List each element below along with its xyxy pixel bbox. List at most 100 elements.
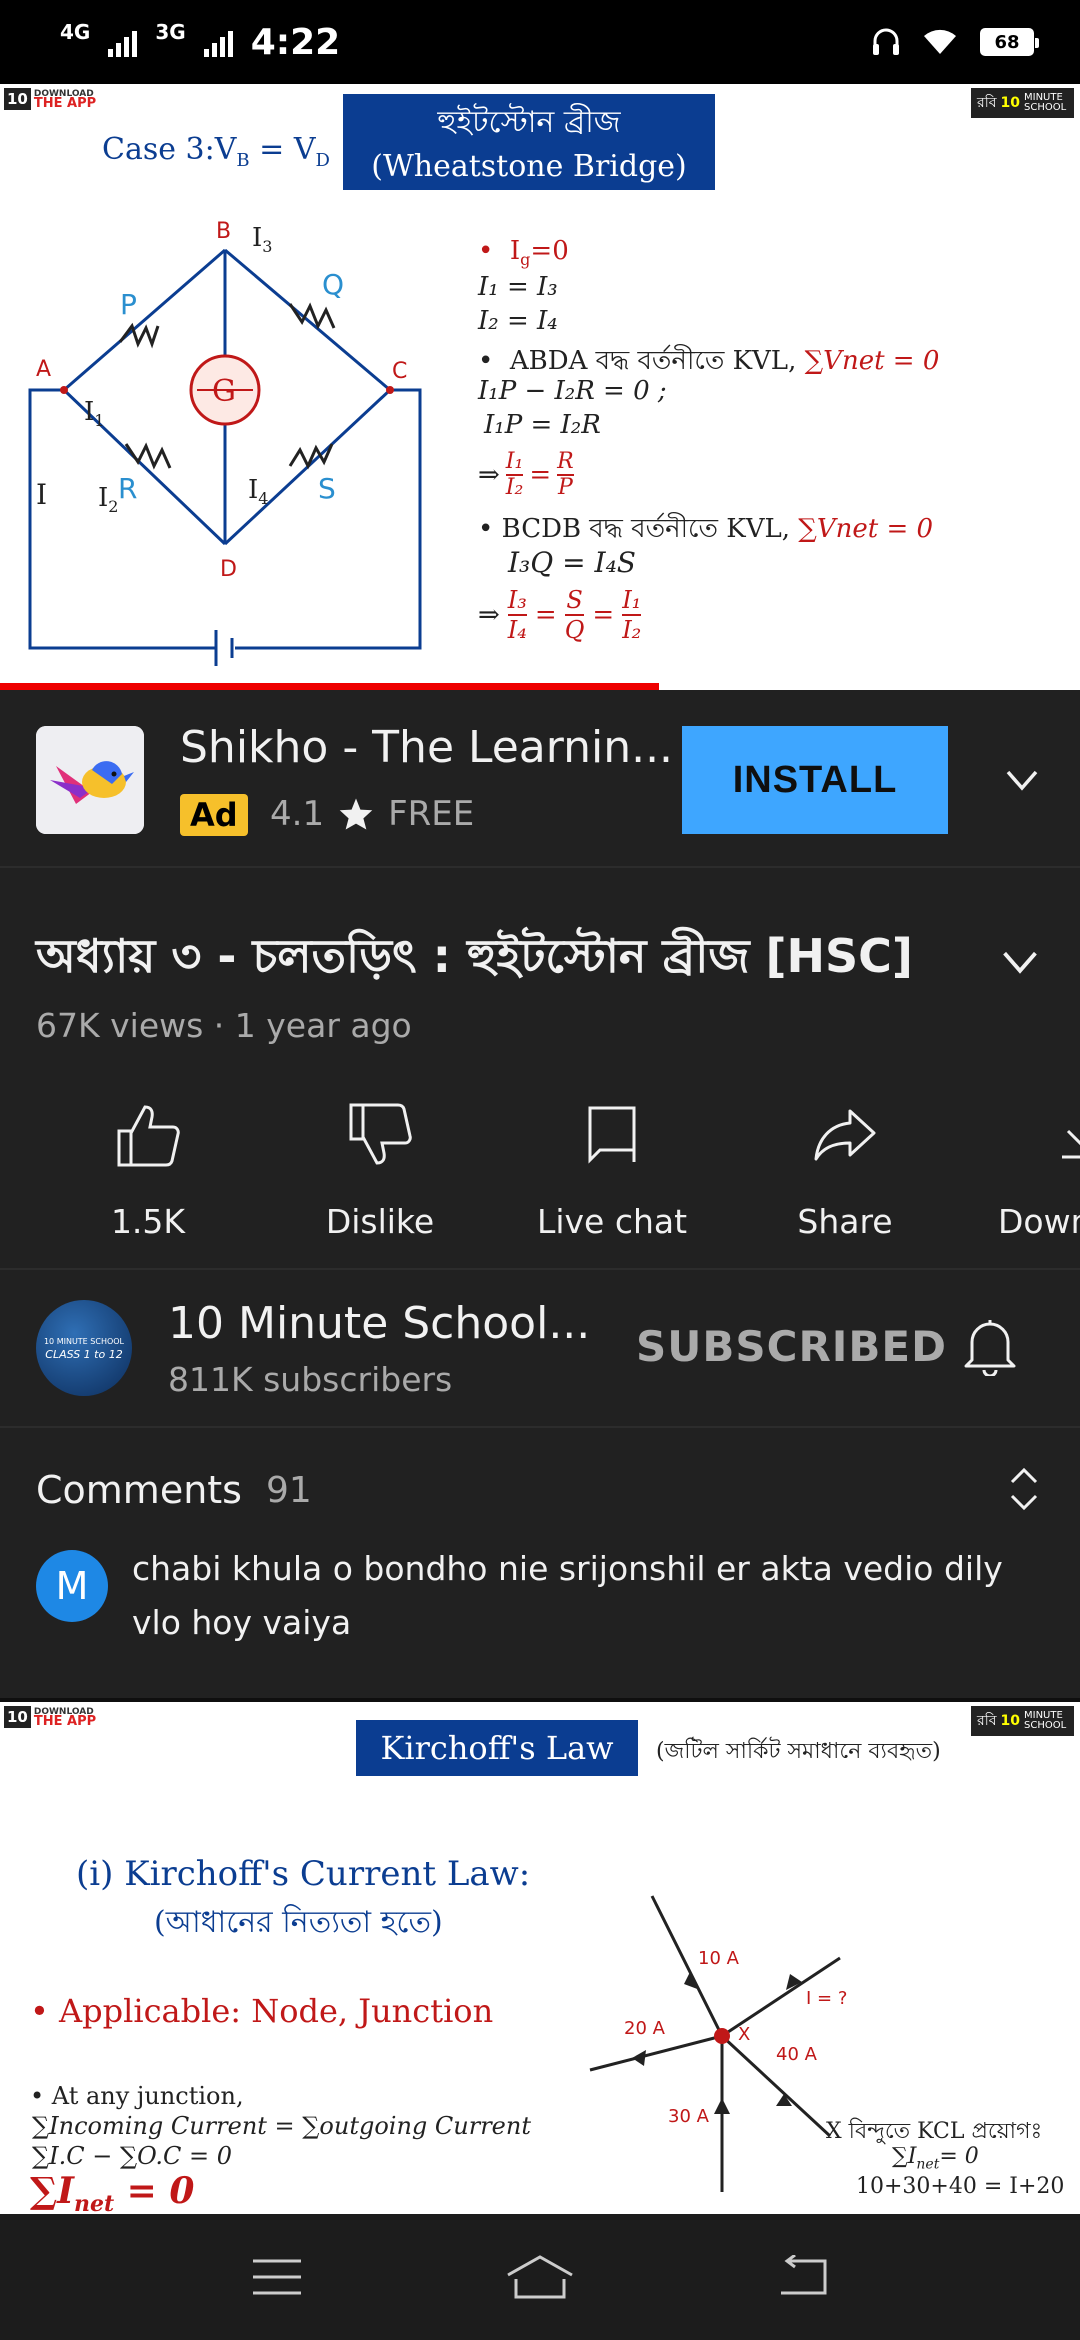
case-eq: = V (259, 132, 316, 167)
live-chat-button[interactable]: Live chat (512, 1090, 712, 1241)
resistor-r-label: R (118, 472, 137, 505)
logo-right-sub: MINUTE SCHOOL (1024, 92, 1067, 113)
logo-right-text-2: রবি (977, 1713, 997, 1729)
fraction-r-p: RP (557, 450, 574, 500)
label-node-x: X (738, 2024, 750, 2045)
kcl-eq2: ∑I.C − ∑O.C = 0 (32, 2142, 233, 2170)
bell-icon[interactable] (962, 1314, 1018, 1376)
fraction-i3-i4-num: I₃ (507, 586, 527, 614)
clock: 4:22 (250, 21, 341, 63)
thumbs-down-icon (349, 1103, 412, 1165)
channel-name[interactable]: 10 Minute School... (168, 1298, 590, 1349)
video-meta: 67K views · 1 year ago (36, 1006, 412, 1045)
current-i3-letter: I (252, 223, 262, 253)
slide-title-bn: হুইটস্টোন ব্রীজ (437, 105, 621, 140)
resistor-s-label: S (318, 472, 336, 505)
kcl-eq1: ∑Incoming Current = ∑outgoing Current (32, 2112, 531, 2140)
kcl-eq3-value: = 0 (126, 2170, 195, 2212)
kirchoff-title-note: (জটিল সার্কিট সমাধানে ব্যবহৃত) (656, 1739, 941, 1764)
home-icon[interactable] (504, 2253, 576, 2301)
current-i1-label: I1 (84, 397, 104, 430)
current-i4-label: I4 (248, 475, 268, 508)
channel-avatar[interactable]: 10 MINUTE SCHOOL CLASS 1 to 12 (36, 1300, 132, 1396)
kcl-subheading: (আধানের নিত্যতা হতে) (154, 1905, 443, 1940)
network-type-1: 4G (60, 20, 91, 44)
share-icon (814, 1109, 876, 1161)
dislike-button[interactable]: Dislike (280, 1090, 480, 1241)
download-button[interactable]: Down (980, 1090, 1080, 1241)
share-button[interactable]: Share (745, 1090, 945, 1241)
resistor-p-label: P (120, 288, 137, 321)
eq-ig-value: =0 (530, 236, 569, 266)
kcl-note3: 10+30+40 = I+20 (856, 2174, 1065, 2199)
expand-description-icon[interactable] (998, 940, 1042, 984)
action-bar: 1.5K Dislike Live chat Share Down (0, 1090, 1080, 1250)
fraction-s-q: SQ (564, 586, 585, 644)
kcl-applicable: • Applicable: Node, Junction (30, 1992, 494, 2030)
ten-minute-school-logo-2: রবি 10 MINUTE SCHOOL (971, 1706, 1074, 1736)
kcl-heading: (i) Kirchoff's Current Law: (76, 1854, 531, 1894)
video-player[interactable]: 10 DOWNLOAD THE APP রবি 10 MINUTE SCHOOL … (0, 84, 1080, 690)
ad-title[interactable]: Shikho - The Learnin... (180, 722, 673, 773)
slide-title-en: (Wheatstone Bridge) (371, 149, 687, 184)
current-i1-index: 1 (94, 411, 104, 430)
next-video-thumbnail[interactable]: 10 DOWNLOAD THE APP রবি 10 MINUTE SCHOOL … (0, 1702, 1080, 2214)
label-10a: 10 A (698, 1948, 740, 1969)
node-c-label: C (392, 359, 407, 384)
ad-banner[interactable]: Shikho - The Learnin... Ad 4.1 FREE INST… (0, 690, 1080, 868)
label-unknown-current: I = ? (806, 1988, 847, 2009)
back-icon[interactable] (775, 2255, 831, 2299)
galvanometer-label: G (212, 374, 236, 409)
like-button[interactable]: 1.5K (48, 1090, 248, 1241)
logo-bottom-text-2: THE APP (33, 1713, 97, 1729)
video-title[interactable]: অধ্যায় ৩ - চলতড়িৎ : হুইটস্টোন ব্রীজ [H… (36, 922, 913, 998)
expand-collapse-icon[interactable] (1006, 1464, 1042, 1514)
eq-kvl-bcdb-sum: ∑Vnet = 0 (798, 514, 934, 544)
label-30a: 30 A (668, 2106, 710, 2127)
implies-symbol-1: ⇒ (478, 460, 500, 490)
equals-sign-2: = (534, 600, 557, 630)
eq-ig-sub: g (520, 250, 531, 270)
current-i2-letter: I (98, 483, 108, 513)
case-label: Case 3:VB = VD (102, 132, 330, 171)
thumbs-up-icon (117, 1105, 180, 1167)
kcl-note2-sub: net (916, 2156, 940, 2173)
ad-rating: 4.1 FREE (270, 794, 474, 834)
logo-bottom-text: THE APP (33, 95, 97, 111)
shikho-app-icon[interactable] (36, 726, 144, 834)
ad-rating-value: 4.1 (270, 794, 325, 834)
label-20a: 20 A (624, 2018, 666, 2039)
eq-ratio2: ⇒ I₃ I₄ = SQ = I₁ I₂ (478, 586, 642, 644)
kcl-junction: • At any junction, (30, 2082, 244, 2110)
comment-text: chabi khula o bondho nie srijonshil er a… (132, 1549, 1003, 1642)
playback-progress-bar[interactable] (0, 683, 659, 690)
resistor-q-label: Q (322, 268, 344, 301)
subscribed-button[interactable]: SUBSCRIBED (636, 1322, 947, 1371)
eq-kvl-abda-text: ABDA বদ্ধ বর্তনীতে KVL, (509, 346, 797, 376)
node-a-label: A (36, 357, 51, 382)
install-button[interactable]: INSTALL (682, 726, 948, 834)
kcl-note2: ∑Inet= 0 (892, 2144, 979, 2172)
fraction-i3-i4: I₃ I₄ (507, 586, 527, 644)
ad-badge: Ad (180, 794, 248, 836)
label-40a: 40 A (776, 2044, 818, 2065)
logo-badge: 10 (4, 88, 31, 110)
eq-ratio1: ⇒ I₁ I₂ = RP (478, 450, 574, 500)
system-nav-bar (0, 2214, 1080, 2340)
node-d-label: D (220, 557, 237, 582)
commenter-avatar: M (36, 1550, 108, 1622)
current-i2-index: 2 (108, 497, 118, 516)
signal-icon (108, 27, 138, 57)
chevron-down-icon[interactable] (1002, 760, 1042, 800)
menu-icon[interactable] (249, 2257, 305, 2297)
live-chat-label: Live chat (536, 1202, 688, 1241)
eq-loop1-result: I₁P = I₂R (484, 410, 601, 440)
fraction-i1-i2-b-den: I₂ (622, 614, 642, 644)
eq-ig: • Ig=0 (478, 236, 569, 270)
comments-section[interactable]: Comments 91 M chabi khula o bondho nie s… (0, 1428, 1080, 1698)
fraction-i1-i2-b: I₁ I₂ (622, 586, 642, 644)
current-i3-label: I3 (252, 223, 272, 256)
implies-symbol-2: ⇒ (478, 600, 500, 630)
status-bar: 4G 3G 4:22 68 (0, 0, 1080, 84)
current-i3-index: 3 (262, 237, 272, 256)
